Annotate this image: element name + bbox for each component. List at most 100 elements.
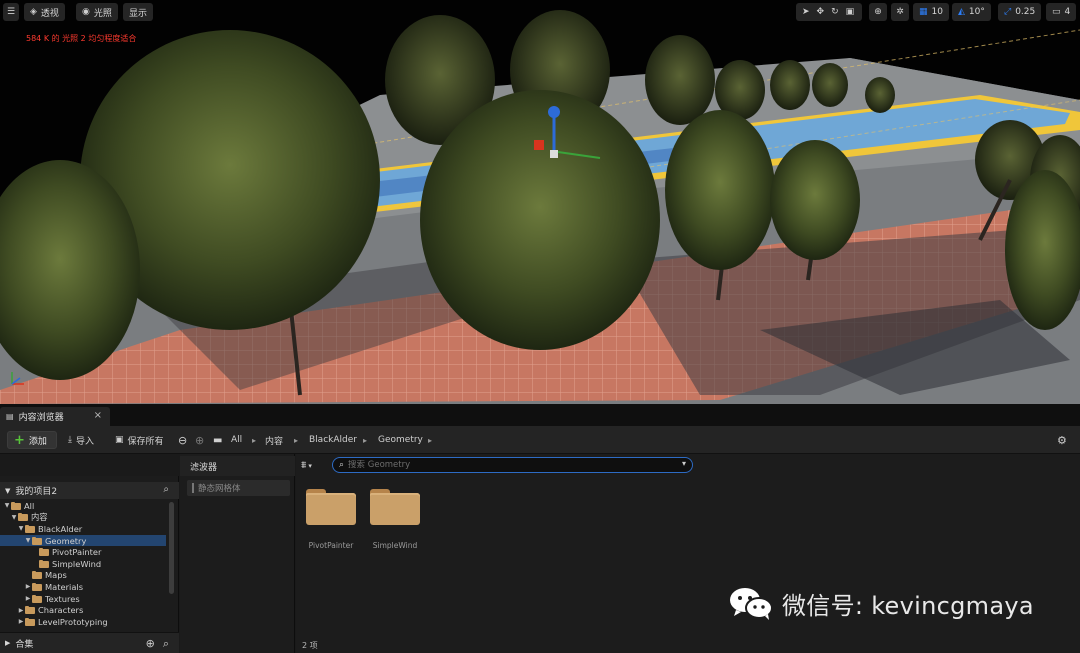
- rotate-icon[interactable]: ↻: [831, 7, 839, 17]
- tree-item-levelprototyping[interactable]: ▶ LevelPrototyping: [0, 616, 166, 628]
- breadcrumb-geometry[interactable]: Geometry: [378, 432, 423, 448]
- scale-snap-icon: ⤢: [1004, 7, 1012, 17]
- tree-item-pivotpainter[interactable]: PivotPainter: [0, 546, 166, 558]
- chevron-right-icon[interactable]: ▶: [24, 595, 32, 602]
- content-browser-toolbar: + 添加 ⤓ 导入 ▣ 保存所有 ⊖ ⊕ ▬ All ▸ 内容 ▸ BlackA…: [0, 426, 1080, 454]
- source-tree-panel: ▼ 我的项目2 ⌕ ▼ All ▼ 内容 ▼ BlackAlder ▼ Geometry Piv…: [0, 454, 179, 653]
- folder-tree: ▼ All ▼ 内容 ▼ BlackAlder ▼ Geometry PivotPainter S…: [0, 500, 168, 630]
- settings-button[interactable]: ⚙: [1057, 432, 1067, 448]
- chevron-right-icon[interactable]: ▶: [17, 607, 25, 614]
- chevron-down-icon[interactable]: ▼: [3, 502, 11, 509]
- folder-icon: [306, 489, 356, 525]
- breadcrumb-all[interactable]: All: [231, 432, 242, 448]
- level-viewport[interactable]: ☰ ◈ 透视 ◉ 光照 显示 ➤ ✥ ↻ ▣ ⊕ ✲ ▦ 10 ◭ 10° ⤢ 0.25 …: [0, 0, 1080, 404]
- rotation-snap-button[interactable]: ◭ 10°: [952, 3, 991, 21]
- scale-snap-button[interactable]: ⤢ 0.25: [998, 3, 1042, 21]
- asset-folder-pivotpainter[interactable]: PivotPainter: [299, 484, 363, 556]
- save-all-label: 保存所有: [127, 436, 164, 447]
- tree-item--[interactable]: ▼ 内容: [0, 512, 166, 524]
- asset-folder-simplewind[interactable]: SimpleWind: [363, 484, 427, 556]
- breadcrumb-separator-icon: ▸: [363, 435, 368, 445]
- search-field[interactable]: ⌕ ▾: [332, 457, 693, 473]
- select-cursor-icon[interactable]: ➤: [802, 7, 810, 17]
- chevron-right-icon[interactable]: ▶: [17, 618, 25, 625]
- search-input[interactable]: [348, 460, 669, 470]
- show-label: 显示: [129, 8, 148, 19]
- chevron-right-icon[interactable]: ▶: [24, 583, 32, 590]
- content-browser-tabbar: ▤ 内容浏览器 ×: [0, 404, 1080, 426]
- wechat-logo-icon: [728, 585, 774, 621]
- tree-item-label: Textures: [45, 593, 80, 604]
- close-icon[interactable]: ×: [94, 410, 102, 421]
- import-button[interactable]: ⤓ 导入: [68, 432, 94, 448]
- chevron-down-icon[interactable]: ▼: [17, 525, 25, 532]
- tree-item-simplewind[interactable]: SimpleWind: [0, 558, 166, 570]
- chevron-down-icon[interactable]: ▼: [24, 537, 32, 544]
- content-browser-icon: ▤: [6, 412, 14, 421]
- perspective-label: 透视: [40, 8, 59, 19]
- unreal-editor: ☰ ◈ 透视 ◉ 光照 显示 ➤ ✥ ↻ ▣ ⊕ ✲ ▦ 10 ◭ 10° ⤢ 0.25 …: [0, 0, 1080, 653]
- surface-snap-icon: ✲: [896, 7, 904, 17]
- grid-snap-button[interactable]: ▦ 10: [913, 3, 949, 21]
- tree-item-blackalder[interactable]: ▼ BlackAlder: [0, 523, 166, 535]
- tree-item-label: PivotPainter: [52, 547, 102, 558]
- folder-icon: [25, 524, 36, 533]
- add-button[interactable]: + 添加: [7, 431, 57, 449]
- tree-item-materials[interactable]: ▶ Materials: [0, 581, 166, 593]
- collections-label: 合集: [15, 639, 34, 650]
- breadcrumb-blackalder[interactable]: BlackAlder: [309, 432, 357, 448]
- filter-label: 静态网格体: [198, 484, 241, 494]
- show-button[interactable]: 显示: [123, 3, 154, 21]
- perspective-button[interactable]: ◈ 透视: [24, 3, 65, 21]
- filter-static-mesh[interactable]: 静态网格体: [187, 480, 290, 496]
- filter-title: 滤波器: [180, 456, 295, 476]
- tree-header[interactable]: ▼ 我的项目2 ⌕: [0, 482, 179, 499]
- surface-snap-button[interactable]: ✲: [891, 3, 909, 21]
- add-label: 添加: [28, 436, 47, 447]
- forward-button[interactable]: ⊕: [195, 432, 204, 448]
- chevron-down-icon[interactable]: ▼: [10, 514, 18, 521]
- search-icon[interactable]: ⌕: [163, 637, 169, 651]
- tree-item-label: BlackAlder: [38, 523, 83, 534]
- folder-icon: [18, 513, 29, 522]
- asset-label: SimpleWind: [372, 541, 418, 550]
- tree-item-characters[interactable]: ▶ Characters: [0, 604, 166, 616]
- camera-speed-button[interactable]: ▭ 4: [1046, 3, 1077, 21]
- tree-item-geometry[interactable]: ▼ Geometry: [0, 534, 166, 547]
- lighting-button[interactable]: ◉ 光照: [76, 3, 118, 21]
- tree-item-all[interactable]: ▼ All: [0, 500, 166, 512]
- add-collection-icon[interactable]: ⊕: [146, 637, 155, 651]
- tree-item-maps[interactable]: Maps: [0, 570, 166, 582]
- perspective-cube-icon: ◈: [30, 7, 37, 17]
- tree-scrollbar[interactable]: [169, 502, 174, 594]
- watermark: 微信号: kevincgmaya: [728, 583, 1034, 623]
- folder-icon: [25, 617, 36, 626]
- collections-header[interactable]: ▶ 合集 ⊕ ⌕: [0, 632, 179, 653]
- filter-color-bar: [192, 483, 194, 493]
- chevron-down-icon[interactable]: ▾: [682, 459, 686, 468]
- breadcrumb-content[interactable]: 内容: [265, 432, 283, 448]
- hamburger-icon: ☰: [6, 7, 16, 17]
- search-icon[interactable]: ⌕: [163, 484, 169, 495]
- tree-item-textures[interactable]: ▶ Textures: [0, 593, 166, 605]
- viewport-menu-button[interactable]: ☰: [3, 3, 19, 21]
- grid-snap-value: 10: [931, 7, 943, 17]
- filter-dropdown-button[interactable]: ⩩ ▾: [301, 460, 312, 471]
- save-all-button[interactable]: ▣ 保存所有: [115, 432, 164, 448]
- back-button[interactable]: ⊖: [178, 432, 187, 448]
- tree-item-label: Geometry: [45, 535, 87, 546]
- tree-item-label: Maps: [45, 570, 67, 581]
- tab-content-browser[interactable]: ▤ 内容浏览器 ×: [0, 407, 110, 426]
- folder-path-icon: ▬: [213, 434, 223, 446]
- transform-tools: ➤ ✥ ↻ ▣: [796, 3, 862, 21]
- search-icon: ⌕: [339, 460, 345, 470]
- tree-item-label: Materials: [45, 581, 84, 592]
- move-icon[interactable]: ✥: [817, 7, 825, 17]
- breadcrumb-separator-icon: ▸: [428, 435, 433, 445]
- collapse-arrow-icon: ▼: [5, 486, 11, 495]
- world-local-button[interactable]: ⊕: [869, 3, 887, 21]
- scale-icon[interactable]: ▣: [846, 7, 855, 17]
- camera-icon: ▭: [1052, 7, 1061, 17]
- lighting-label: 光照: [93, 8, 112, 19]
- viewport-toolbar: ☰ ◈ 透视 ◉ 光照 显示 ➤ ✥ ↻ ▣ ⊕ ✲ ▦ 10 ◭ 10° ⤢ 0.25 …: [0, 0, 1080, 24]
